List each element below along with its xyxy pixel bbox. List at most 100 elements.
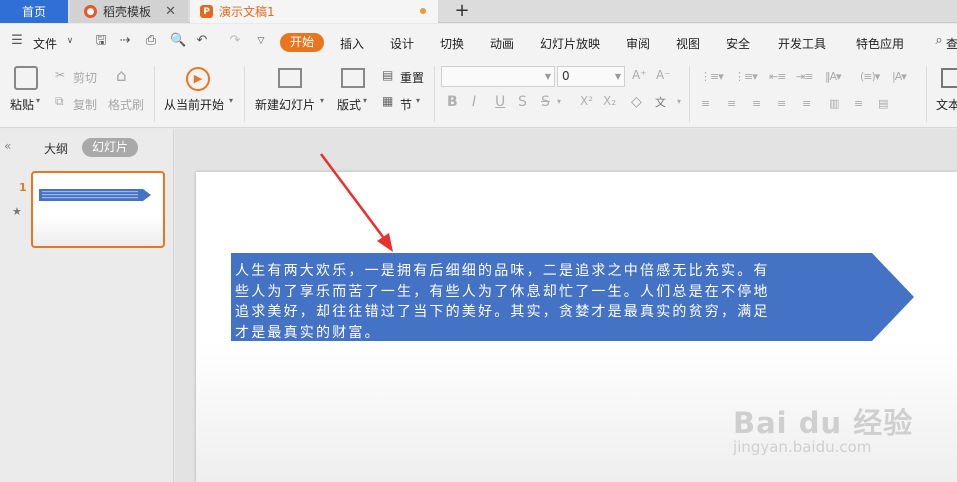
phonetic-dropdown-icon[interactable]: ▾ xyxy=(677,97,681,106)
strikethrough-dropdown-icon[interactable]: ▾ xyxy=(557,97,561,106)
thumbnail-shape xyxy=(39,189,151,201)
cut-button[interactable]: 剪切 xyxy=(73,69,97,86)
from-current-button[interactable]: 从当前开始 xyxy=(164,96,224,113)
bullets-icon[interactable]: ⋮≡▾ xyxy=(700,70,724,83)
tab-template-label: 稻壳模板 xyxy=(103,5,152,19)
new-slide-dropdown-icon[interactable]: ▾ xyxy=(320,96,324,105)
decrease-font-icon[interactable]: A⁻ xyxy=(656,68,671,82)
print-preview-icon[interactable]: 🔍 xyxy=(170,34,186,48)
menu-review[interactable]: 审阅 xyxy=(626,35,650,52)
subscript-icon[interactable]: X₂ xyxy=(603,94,616,108)
slides-panel: « 大纲 幻灯片 1 ★ xyxy=(0,129,174,482)
ribbon-toolbar: 粘贴 ▾ ✂ 剪切 ⧉ 复制 ⌂ 格式刷 ▶ 从当前开始 ▾ 新建幻灯片 ▾ 版… xyxy=(0,60,957,128)
menu-slideshow[interactable]: 幻灯片放映 xyxy=(540,35,600,52)
tab-slides[interactable]: 幻灯片 xyxy=(82,138,138,157)
section-button[interactable]: 节 xyxy=(400,96,412,113)
chevron-down-icon: ▼ xyxy=(614,72,621,81)
align-right-icon[interactable]: ≡ xyxy=(752,97,761,110)
font-size-value: 0 xyxy=(562,69,570,83)
tab-outline[interactable]: 大纲 xyxy=(44,140,68,157)
superscript-icon[interactable]: X² xyxy=(580,94,593,108)
italic-icon[interactable]: I xyxy=(472,94,476,110)
chevron-down-icon: ▼ xyxy=(544,72,551,81)
shadow-icon[interactable]: S xyxy=(518,94,527,110)
cut-icon: ✂ xyxy=(55,68,66,82)
line-spacing-icon[interactable]: (≡)▾ xyxy=(860,70,880,83)
menu-special[interactable]: 特色应用 xyxy=(856,35,904,52)
menu-bar: ☰ 文件 ∨ 🖫 ⇢ ⎙ 🔍 ↶ ↷ ▽ 开始 插入 设计 切换 动画 幻灯片放… xyxy=(0,24,957,60)
new-slide-button[interactable]: 新建幻灯片 xyxy=(255,96,315,113)
chevron-down-icon[interactable]: ∨ xyxy=(63,34,77,48)
align-center-icon[interactable]: ≡ xyxy=(727,97,736,110)
new-slide-icon[interactable] xyxy=(278,68,302,88)
unsaved-dot-icon xyxy=(420,8,426,14)
print-icon[interactable]: ⎙ xyxy=(144,34,158,48)
menu-security[interactable]: 安全 xyxy=(726,35,750,52)
search-icon[interactable]: ⌕ xyxy=(932,34,946,48)
convert-icon[interactable]: ▤ xyxy=(878,97,888,110)
underline-icon[interactable]: U xyxy=(495,94,505,110)
distribute-icon[interactable]: ≡ xyxy=(802,97,811,110)
save-icon[interactable]: 🖫 xyxy=(94,34,108,48)
paste-button[interactable]: 粘贴 xyxy=(10,96,34,113)
text-box-button[interactable]: 文本 xyxy=(936,96,957,113)
reset-button[interactable]: 重置 xyxy=(400,69,424,86)
play-icon[interactable]: ▶ xyxy=(186,67,210,91)
menu-file[interactable]: 文件 xyxy=(33,35,57,52)
format-painter-button[interactable]: 格式刷 xyxy=(108,96,144,113)
menu-start[interactable]: 开始 xyxy=(280,33,324,52)
copy-button[interactable]: 复制 xyxy=(73,96,97,113)
bold-icon[interactable]: B xyxy=(447,94,458,110)
docer-logo-icon: ● xyxy=(84,5,97,18)
font-size-select[interactable]: 0 ▼ xyxy=(557,66,625,87)
search-label[interactable]: 查 xyxy=(946,35,957,52)
text-direction-icon[interactable]: ‖A▾ xyxy=(825,70,842,83)
section-icon: ▦ xyxy=(382,94,394,108)
customize-dropdown-icon[interactable]: ▽ xyxy=(254,34,268,48)
slide-thumbnail[interactable] xyxy=(31,171,165,248)
menu-developer[interactable]: 开发工具 xyxy=(778,35,826,52)
phonetic-guide-icon[interactable]: 文 xyxy=(655,94,666,110)
font-name-select[interactable]: ▼ xyxy=(441,66,555,87)
justify-icon[interactable]: ≡ xyxy=(777,97,786,110)
watermark-brand: Bai du 经验 xyxy=(733,406,914,440)
tab-document[interactable]: P 演示文稿1 xyxy=(190,0,438,23)
tab-home[interactable]: 首页 xyxy=(0,0,68,23)
columns-icon[interactable]: ▥ xyxy=(829,97,839,110)
menu-animation[interactable]: 动画 xyxy=(490,35,514,52)
close-icon[interactable]: ✕ xyxy=(165,4,176,19)
align-text-icon[interactable]: |A▾ xyxy=(892,70,907,83)
menu-transition[interactable]: 切换 xyxy=(440,35,464,52)
format-painter-icon: ⌂ xyxy=(116,66,127,86)
menu-design[interactable]: 设计 xyxy=(390,35,414,52)
layout-button[interactable]: 版式 xyxy=(337,96,361,113)
increase-font-icon[interactable]: A⁺ xyxy=(632,68,647,82)
section-dropdown-icon[interactable]: ▾ xyxy=(416,96,420,105)
menu-view[interactable]: 视图 xyxy=(676,35,700,52)
hamburger-icon[interactable]: ☰ xyxy=(10,34,24,48)
redo-icon[interactable]: ↷ xyxy=(228,34,242,48)
undo-icon[interactable]: ↶ xyxy=(195,34,209,48)
strikethrough-icon[interactable]: S xyxy=(541,94,550,110)
layout-icon[interactable] xyxy=(341,68,365,88)
tab-template[interactable]: ● 稻壳模板 ✕ xyxy=(70,0,188,23)
from-current-dropdown-icon[interactable]: ▾ xyxy=(229,96,233,105)
increase-indent-icon[interactable]: ⇥≡ xyxy=(796,70,813,83)
tab-document-label: 演示文稿1 xyxy=(219,5,275,19)
clear-format-icon[interactable]: ◇ xyxy=(631,94,642,110)
slide-number: 1 xyxy=(19,181,27,194)
export-icon[interactable]: ⇢ xyxy=(118,34,132,48)
paste-dropdown-icon[interactable]: ▾ xyxy=(36,96,40,105)
menu-insert[interactable]: 插入 xyxy=(340,35,364,52)
paste-icon[interactable] xyxy=(14,66,38,90)
vertical-align-icon[interactable]: ≡ xyxy=(854,97,863,110)
layout-dropdown-icon[interactable]: ▾ xyxy=(363,96,367,105)
new-tab-button[interactable]: + xyxy=(452,0,472,23)
slide-text[interactable]: 人生有两大欢乐，一是拥有后细细的品味，二是追求之中倍感无比充实。有 些人为了享乐… xyxy=(235,261,883,343)
text-box-icon[interactable] xyxy=(941,68,957,88)
numbering-icon[interactable]: ⋮≡▾ xyxy=(734,70,758,83)
decrease-indent-icon[interactable]: ⇤≡ xyxy=(769,70,786,83)
align-left-icon[interactable]: ≡ xyxy=(701,97,710,110)
animation-star-icon: ★ xyxy=(12,205,22,218)
collapse-panel-icon[interactable]: « xyxy=(4,139,11,153)
